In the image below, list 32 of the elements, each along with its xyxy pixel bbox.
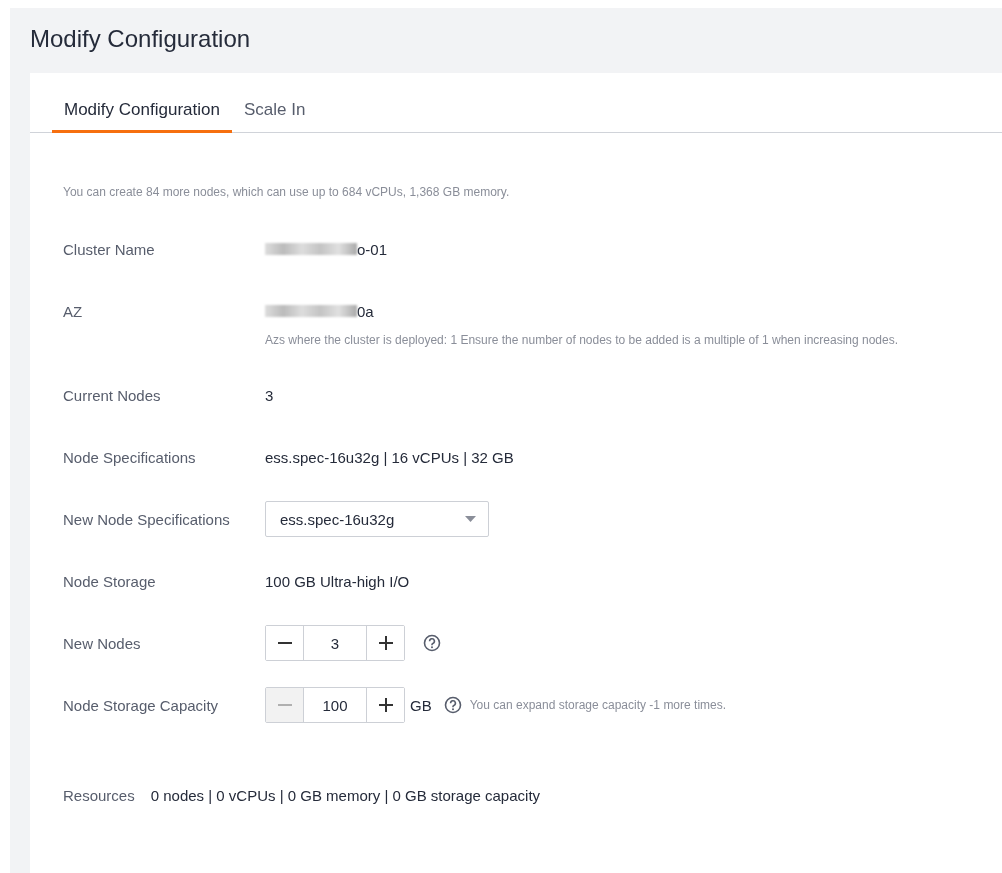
unit-label: GB	[410, 696, 432, 714]
tab[interactable]: Scale In	[231, 100, 318, 133]
field-value: o-01	[357, 240, 388, 258]
minus-icon	[277, 642, 292, 644]
field-value: 3	[265, 386, 274, 404]
field-label: Node Storage Capacity	[63, 696, 220, 714]
field-label: New Nodes	[63, 634, 142, 652]
field-value: 0a	[357, 302, 374, 320]
number-stepper[interactable]: 3	[265, 625, 405, 661]
resources-label: Resources	[63, 787, 135, 804]
spec-dropdown[interactable]: ess.spec-16u32g	[265, 501, 489, 537]
number-stepper[interactable]: 100	[265, 687, 405, 723]
tab[interactable]: Modify Configuration	[52, 100, 232, 133]
help-icon[interactable]	[443, 696, 462, 714]
minus-icon	[277, 704, 292, 706]
field-label: Node Specifications	[63, 448, 197, 466]
field-label: AZ	[63, 302, 84, 320]
field-label: Node Storage	[63, 572, 157, 590]
resources-value: 0 nodes | 0 vCPUs | 0 GB memory | 0 GB storage capacity	[150, 787, 541, 804]
field-label: Current Nodes	[63, 386, 162, 404]
field-label: New Node Specifications	[63, 510, 231, 528]
caret-icon	[465, 516, 476, 522]
quota-info: You can create 84 more nodes, which can use up to 684 vCPUs, 1,368 GB memory.	[63, 185, 511, 199]
field-label: Cluster Name	[63, 240, 156, 258]
page-title: Modify Configuration	[29, 24, 252, 54]
field-hint: Azs where the cluster is deployed: 1 Ensure the number of nodes to be added is a multiple of 1 when increasing nodes.	[265, 333, 900, 347]
plus-icon	[378, 698, 393, 712]
field-value: 100 GB Ultra-high I/O	[265, 572, 410, 590]
plus-icon	[378, 636, 393, 650]
help-icon[interactable]	[423, 634, 441, 652]
help-note: You can expand storage capacity -1 more times.	[469, 698, 727, 712]
field-value: ess.spec-16u32g | 16 vCPUs | 32 GB	[265, 448, 514, 466]
